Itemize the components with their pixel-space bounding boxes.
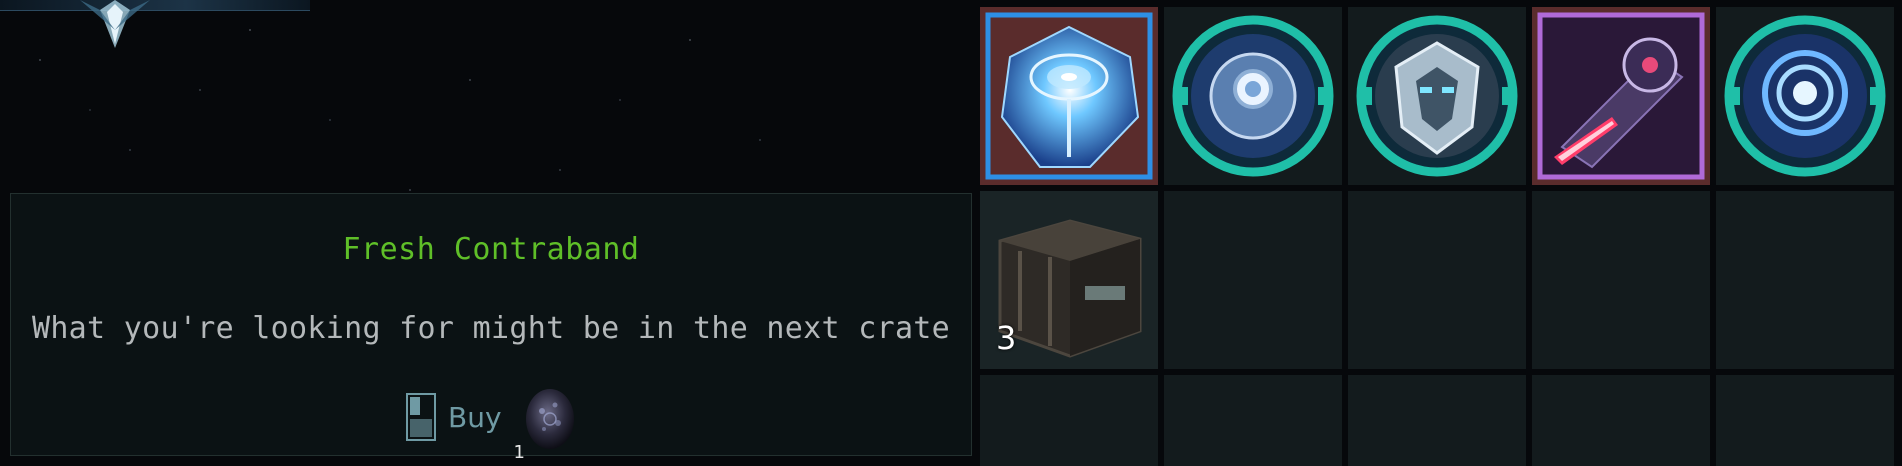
- ship-emblem-icon: [80, 0, 150, 48]
- inventory-slot[interactable]: [1348, 375, 1526, 466]
- currency-card-icon: [406, 393, 436, 441]
- inventory-slot[interactable]: [980, 375, 1158, 466]
- vortex-module-icon: [1724, 15, 1886, 177]
- inventory-slot[interactable]: [1164, 7, 1342, 185]
- buy-button[interactable]: Buy 1: [406, 389, 578, 463]
- inventory-slot[interactable]: [1716, 191, 1894, 369]
- inventory-slot[interactable]: [1716, 7, 1894, 185]
- alien-egg-icon: [525, 389, 574, 449]
- inventory-slot[interactable]: [1164, 191, 1342, 369]
- inventory-slot[interactable]: [1348, 191, 1526, 369]
- cost-quantity: 1: [513, 442, 525, 463]
- laser-weapon-icon: [1537, 12, 1705, 180]
- crystal-core-icon: [985, 12, 1153, 180]
- armor-module-icon: [1356, 15, 1518, 177]
- inventory-slot[interactable]: [1716, 375, 1894, 466]
- inventory-slot[interactable]: [980, 7, 1158, 185]
- turret-module-icon: [1172, 15, 1334, 177]
- inventory-slot[interactable]: [1532, 375, 1710, 466]
- cost-item: 1: [514, 383, 578, 463]
- slot-quantity: 3: [996, 319, 1017, 357]
- offer-info-panel: Fresh Contraband What you're looking for…: [10, 193, 972, 463]
- offer-title: Fresh Contraband: [342, 232, 640, 267]
- inventory-slot[interactable]: [1532, 191, 1710, 369]
- buy-label: Buy: [448, 400, 502, 434]
- inventory-grid: 3: [980, 7, 1896, 466]
- inventory-slot[interactable]: [1532, 7, 1710, 185]
- inventory-slot[interactable]: [1164, 375, 1342, 466]
- offer-description: What you're looking for might be in the …: [31, 311, 951, 346]
- inventory-slot[interactable]: 3: [980, 191, 1158, 369]
- inventory-slot[interactable]: [1348, 7, 1526, 185]
